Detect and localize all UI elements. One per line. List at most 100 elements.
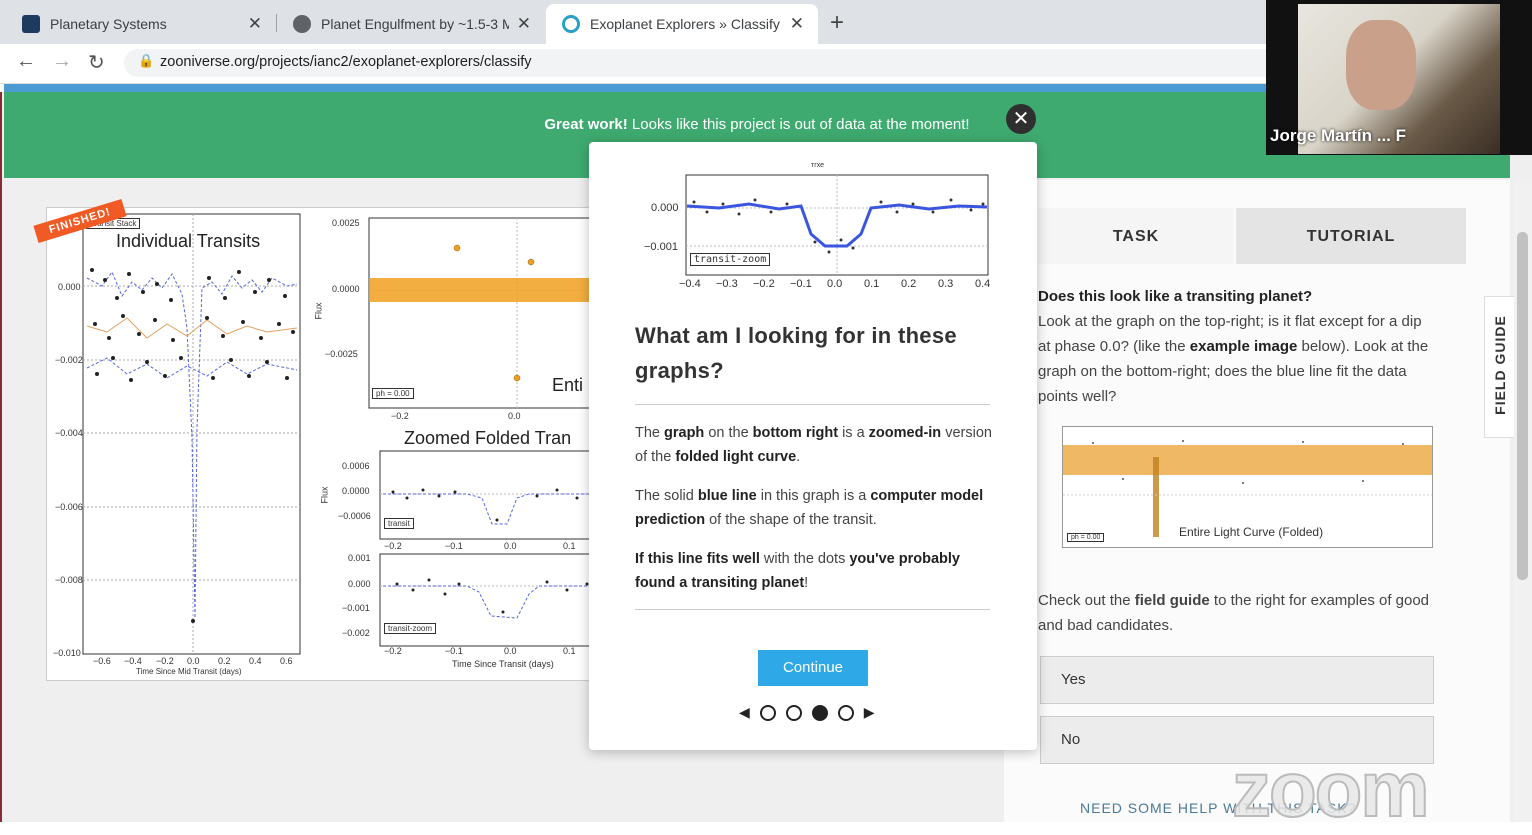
forward-icon[interactable]: → bbox=[52, 50, 72, 73]
modal-text-segment: with the dots bbox=[759, 551, 850, 567]
answer-yes-button[interactable]: Yes bbox=[1040, 656, 1434, 704]
lock-icon: 🔒 bbox=[138, 53, 155, 68]
step-dots bbox=[759, 704, 854, 721]
y-tick: 0.0000 bbox=[332, 284, 360, 294]
x-tick: 0.1 bbox=[563, 541, 576, 551]
tab-task[interactable]: TASK bbox=[1038, 208, 1234, 264]
plot-badge: transit bbox=[384, 518, 414, 529]
zoom-watermark: zoom bbox=[1231, 744, 1431, 834]
plot-title: Individual Transits bbox=[116, 231, 261, 251]
field-guide-text-segment: field guide bbox=[1134, 592, 1210, 609]
modal-paragraph-2: The solid blue line in this graph is a c… bbox=[635, 484, 995, 532]
x-tick: 0.0 bbox=[504, 541, 517, 551]
globe-icon bbox=[293, 15, 311, 33]
x-tick: 0.0 bbox=[827, 278, 843, 290]
x-tick: 0.0 bbox=[508, 411, 521, 421]
x-tick: 0.1 bbox=[563, 646, 576, 656]
divider bbox=[635, 609, 990, 610]
y-tick: 0.0006 bbox=[342, 461, 370, 471]
figure-badge: transit-zoom bbox=[690, 253, 771, 266]
field-guide-label: FIELD GUIDE bbox=[1492, 315, 1508, 415]
site-favicon-icon bbox=[22, 15, 40, 33]
modal-text-segment: in this graph is a bbox=[756, 488, 871, 504]
question-instructions: Look at the graph on the top-right; is i… bbox=[1038, 313, 1428, 405]
step-dot[interactable] bbox=[837, 704, 854, 721]
tab-planet-engulfment[interactable]: Planet Engulfment by ~1.5-3 M ✕ bbox=[277, 4, 545, 44]
example-caption: Entire Light Curve (Folded) bbox=[1179, 525, 1324, 539]
reload-icon[interactable]: ↻ bbox=[88, 50, 105, 75]
new-tab-icon[interactable]: + bbox=[830, 9, 844, 37]
video-tile: Jorge Martín ... F bbox=[1266, 0, 1532, 155]
modal-text-segment: graph bbox=[664, 425, 705, 441]
example-light-curve: ph = 0.00 Entire Light Curve (Folded) bbox=[1062, 426, 1433, 548]
plot-title: Zoomed Folded Tran bbox=[404, 428, 572, 448]
plot-title: Enti bbox=[552, 375, 584, 395]
x-tick: −0.2 bbox=[156, 656, 174, 666]
back-icon[interactable]: ← bbox=[16, 50, 36, 73]
field-guide-tab[interactable]: FIELD GUIDE bbox=[1484, 296, 1514, 438]
continue-button[interactable]: Continue bbox=[758, 650, 868, 686]
banner-strong: Great work! bbox=[544, 116, 628, 133]
close-tab-icon[interactable]: ✕ bbox=[790, 14, 804, 34]
plot-badge: ph = 0.00 bbox=[372, 388, 414, 399]
y-tick: −0.002 bbox=[55, 355, 83, 365]
y-axis-label: Flux bbox=[319, 486, 330, 504]
x-tick: 0.3 bbox=[938, 278, 954, 290]
x-tick: −0.2 bbox=[384, 646, 402, 656]
next-step-icon[interactable]: ▶ bbox=[864, 704, 875, 721]
close-banner-icon[interactable]: ✕ bbox=[1006, 104, 1036, 134]
prev-step-icon[interactable]: ◀ bbox=[739, 704, 750, 721]
y-tick: −0.002 bbox=[342, 628, 370, 638]
tab-exoplanet-explorers[interactable]: Exoplanet Explorers » Classify — ✕ bbox=[546, 4, 818, 44]
y-tick: −0.006 bbox=[55, 502, 83, 512]
modal-paragraph-1: The graph on the bottom right is a zoome… bbox=[635, 421, 995, 469]
close-tab-icon[interactable]: ✕ bbox=[248, 14, 262, 34]
y-tick: 0.001 bbox=[348, 553, 371, 563]
x-tick: 0.4 bbox=[975, 278, 991, 290]
modal-paragraph-3: If this line fits well with the dots you… bbox=[635, 547, 995, 595]
x-tick: −0.2 bbox=[391, 411, 409, 421]
divider bbox=[635, 404, 990, 405]
example-badge: ph = 0.00 bbox=[1067, 533, 1105, 542]
banner-text: Looks like this project is out of data a… bbox=[631, 116, 970, 133]
zooniverse-icon bbox=[562, 15, 580, 33]
tab-tutorial[interactable]: TUTORIAL bbox=[1236, 208, 1466, 264]
modal-text-segment: folded light curve bbox=[675, 449, 797, 465]
scrollbar-thumb[interactable] bbox=[1517, 232, 1528, 580]
y-tick: 0.000 bbox=[651, 202, 679, 214]
modal-text-segment: . bbox=[796, 449, 801, 465]
x-tick: −0.4 bbox=[679, 278, 701, 290]
tutorial-modal: тгхе transit-zoom 0.000 −0.001 −0.4 −0.3 −… bbox=[589, 142, 1037, 750]
x-axis-label: Time Since Transit (days) bbox=[452, 659, 554, 669]
modal-text-segment: blue line bbox=[697, 488, 757, 504]
close-tab-icon[interactable]: ✕ bbox=[517, 14, 531, 34]
url-input[interactable]: zooniverse.org/projects/ianc2/exoplanet-… bbox=[124, 49, 1324, 77]
y-tick: −0.010 bbox=[53, 648, 81, 658]
participant-face bbox=[1346, 20, 1416, 110]
x-tick: −0.2 bbox=[384, 541, 402, 551]
question-title: Does this look like a transiting planet? bbox=[1038, 288, 1313, 305]
y-tick: −0.008 bbox=[55, 575, 83, 585]
y-tick: 0.0025 bbox=[332, 218, 360, 228]
x-tick: −0.1 bbox=[790, 278, 812, 290]
modal-text-segment: of the shape of the transit. bbox=[705, 512, 877, 528]
y-tick: −0.001 bbox=[342, 603, 370, 613]
x-tick: −0.3 bbox=[716, 278, 738, 290]
step-dot[interactable] bbox=[759, 704, 776, 721]
step-dot[interactable] bbox=[811, 704, 828, 721]
tab-planetary-systems[interactable]: Planetary Systems ✕ bbox=[0, 4, 276, 44]
participant-name: Jorge Martín ... F bbox=[1270, 126, 1407, 145]
modal-text-segment: The solid bbox=[635, 488, 698, 504]
step-dot[interactable] bbox=[785, 704, 802, 721]
x-tick: 0.1 bbox=[864, 278, 880, 290]
step-pager: ◀ ▶ bbox=[739, 704, 875, 721]
figure-top-label: тгхе bbox=[811, 162, 825, 169]
modal-text-segment: bottom right bbox=[752, 425, 839, 441]
modal-text-segment: If this line fits well bbox=[635, 551, 760, 567]
modal-text-segment: The bbox=[635, 425, 665, 441]
modal-text-segment: is a bbox=[838, 425, 869, 441]
field-guide-hint: Check out the field guide to the right f… bbox=[1038, 588, 1438, 638]
x-tick: 0.0 bbox=[504, 646, 517, 656]
y-tick: 0.000 bbox=[348, 579, 371, 589]
x-tick: 0.0 bbox=[187, 656, 200, 666]
